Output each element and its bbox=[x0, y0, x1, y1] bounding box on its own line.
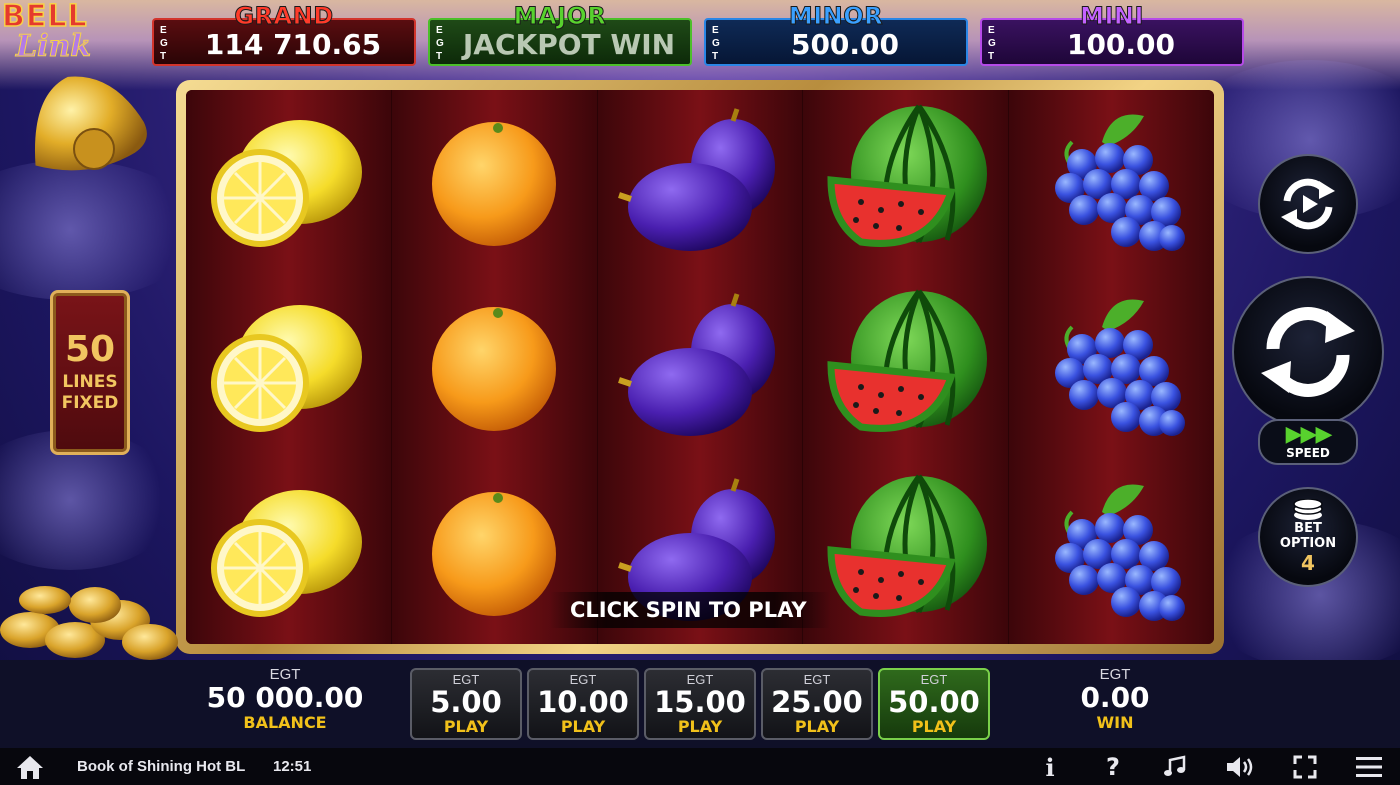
info-icon[interactable]: i bbox=[1035, 752, 1065, 782]
bet-button-50-00[interactable]: EGT 50.00 PLAY bbox=[878, 668, 990, 740]
reel-4 bbox=[803, 90, 1010, 644]
bet-option-label: BET OPTION bbox=[1279, 521, 1337, 551]
jackpot-minor-label: MINOR bbox=[788, 2, 884, 31]
lines-label: LINES FIXED bbox=[61, 372, 119, 413]
grapes-icon bbox=[1009, 459, 1214, 644]
logo-text-bell: BELL bbox=[1, 0, 88, 34]
reel-frame: CLICK SPIN TO PLAY bbox=[176, 80, 1224, 654]
bet-play-label: PLAY bbox=[911, 717, 957, 736]
plum-icon bbox=[598, 90, 803, 275]
balance-display: EGT 50 000.00 BALANCE bbox=[200, 666, 370, 732]
egt-prefix: EGT bbox=[988, 25, 996, 62]
sound-icon[interactable] bbox=[1225, 752, 1255, 782]
autoplay-button[interactable] bbox=[1258, 154, 1358, 254]
egt-prefix: EGT bbox=[160, 25, 168, 62]
coins-stack-icon bbox=[1293, 499, 1323, 520]
click-spin-message: CLICK SPIN TO PLAY bbox=[550, 592, 830, 628]
bet-option-value: 4 bbox=[1301, 551, 1315, 575]
plum-icon bbox=[598, 275, 803, 460]
lemon-icon bbox=[186, 275, 391, 460]
lemon-icon bbox=[186, 90, 391, 275]
reel-3 bbox=[597, 90, 804, 644]
music-icon[interactable] bbox=[1160, 752, 1190, 782]
gold-coins-pile bbox=[0, 586, 178, 660]
jackpot-mini-label: MINI bbox=[1080, 2, 1144, 31]
bet-play-label: PLAY bbox=[677, 717, 723, 736]
game-name: Book of Shining Hot BL bbox=[77, 758, 246, 775]
win-amount: 0.00 bbox=[1080, 681, 1150, 714]
egt-prefix: EGT bbox=[712, 25, 720, 62]
fast-forward-icon: ▶▶▶ bbox=[1285, 421, 1333, 446]
autoplay-icon bbox=[1281, 178, 1335, 230]
jackpot-major: MAJOR EGT JACKPOT WIN bbox=[428, 2, 692, 66]
bet-button-5-00[interactable]: EGT 5.00 PLAY bbox=[410, 668, 522, 740]
reel-2 bbox=[391, 90, 598, 644]
balance-amount: 50 000.00 bbox=[206, 681, 364, 714]
orange-icon bbox=[392, 275, 597, 460]
jackpot-minor: MINOR EGT 500.00 bbox=[704, 2, 968, 66]
bell-icon bbox=[34, 76, 147, 171]
bet-amount: 10.00 bbox=[537, 685, 629, 719]
bet-amount: 5.00 bbox=[430, 685, 502, 719]
grapes-icon bbox=[1009, 275, 1214, 460]
home-icon[interactable] bbox=[16, 754, 44, 780]
watermelon-icon bbox=[803, 90, 1008, 275]
jackpot-grand-label: GRAND bbox=[234, 2, 334, 31]
jackpot-grand: GRAND EGT 114 710.65 bbox=[152, 2, 416, 66]
reel-5 bbox=[1009, 90, 1214, 644]
help-icon[interactable]: ? bbox=[1098, 752, 1128, 782]
jackpot-grand-value: 114 710.65 bbox=[204, 28, 382, 61]
spin-icon bbox=[1261, 307, 1355, 397]
watermelon-icon bbox=[803, 459, 1008, 644]
bet-amount: 50.00 bbox=[888, 685, 980, 719]
menu-icon[interactable] bbox=[1354, 752, 1384, 782]
orange-icon bbox=[392, 90, 597, 275]
spin-button[interactable] bbox=[1232, 276, 1384, 428]
jackpot-major-label: MAJOR bbox=[513, 2, 607, 31]
bet-button-25-00[interactable]: EGT 25.00 PLAY bbox=[761, 668, 873, 740]
bet-play-label: PLAY bbox=[443, 717, 489, 736]
bet-play-label: PLAY bbox=[794, 717, 840, 736]
status-bar: Book of Shining Hot BL 12:51 i ? bbox=[0, 748, 1400, 785]
jackpot-mini: MINI EGT 100.00 bbox=[980, 2, 1244, 66]
jackpot-minor-value: 500.00 bbox=[790, 28, 900, 61]
bet-option-button[interactable]: BET OPTION 4 bbox=[1258, 487, 1358, 587]
clock: 12:51 bbox=[273, 758, 312, 775]
win-label: WIN bbox=[1096, 713, 1134, 732]
lines-fixed-badge: 50 LINES FIXED bbox=[50, 290, 130, 455]
bet-play-label: PLAY bbox=[560, 717, 606, 736]
bet-amount: 15.00 bbox=[654, 685, 746, 719]
reel-1 bbox=[186, 90, 392, 644]
bet-button-15-00[interactable]: EGT 15.00 PLAY bbox=[644, 668, 756, 740]
cloud bbox=[0, 160, 200, 300]
bet-button-10-00[interactable]: EGT 10.00 PLAY bbox=[527, 668, 639, 740]
bottom-panel: EGT 50 000.00 BALANCE EGT 5.00 PLAY EGT 10.0… bbox=[0, 660, 1400, 748]
lines-number: 50 bbox=[64, 329, 116, 370]
win-display: EGT 0.00 WIN bbox=[1050, 666, 1180, 732]
jackpot-mini-value: 100.00 bbox=[1066, 28, 1176, 61]
grapes-icon bbox=[1009, 90, 1214, 275]
watermelon-icon bbox=[803, 275, 1008, 460]
bet-amount: 25.00 bbox=[771, 685, 863, 719]
speed-label: SPEED bbox=[1286, 446, 1330, 460]
balance-label: BALANCE bbox=[243, 713, 327, 732]
lemon-icon bbox=[186, 459, 391, 644]
egt-prefix: EGT bbox=[436, 25, 444, 62]
jackpot-major-value: JACKPOT WIN bbox=[462, 28, 676, 61]
reels-area bbox=[186, 90, 1214, 644]
fullscreen-icon[interactable] bbox=[1290, 752, 1320, 782]
speed-button[interactable]: ▶▶▶ SPEED bbox=[1258, 419, 1358, 465]
